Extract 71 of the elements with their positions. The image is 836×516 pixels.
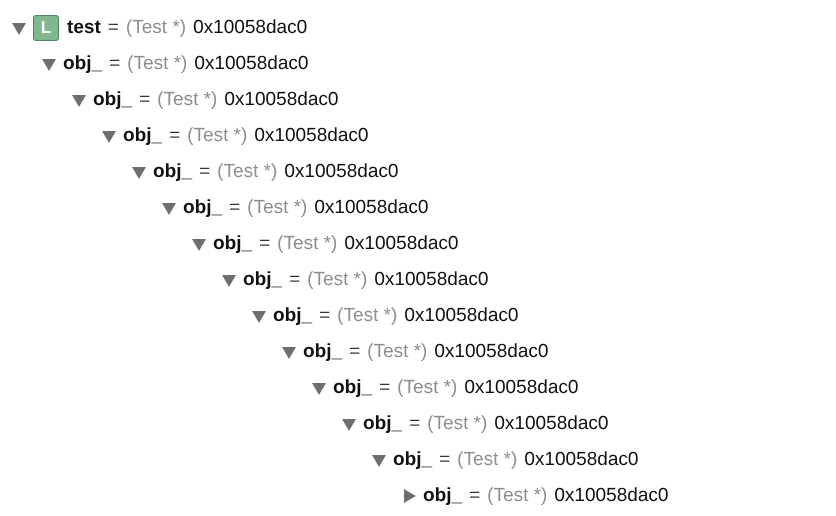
variable-value: 0x10058dac0 <box>554 484 668 508</box>
expanded-triangle-icon[interactable] <box>161 200 177 216</box>
variable-value: 0x10058dac0 <box>224 88 338 112</box>
collapsed-triangle-icon[interactable] <box>401 488 417 504</box>
variable-type: (Test *) <box>307 268 368 292</box>
equals-sign: = <box>439 448 450 472</box>
expanded-triangle-icon[interactable] <box>11 20 27 36</box>
equals-sign: = <box>379 376 390 400</box>
expanded-triangle-icon[interactable] <box>101 128 117 144</box>
variable-name: obj_ <box>333 376 372 400</box>
variable-value: 0x10058dac0 <box>524 448 638 472</box>
expanded-triangle-icon[interactable] <box>251 308 267 324</box>
equals-sign: = <box>109 52 120 76</box>
equals-sign: = <box>229 196 240 220</box>
variable-type: (Test *) <box>337 304 398 328</box>
variable-value: 0x10058dac0 <box>404 304 518 328</box>
equals-sign: = <box>349 340 360 364</box>
expanded-triangle-icon[interactable] <box>341 416 357 432</box>
variable-value: 0x10058dac0 <box>254 124 368 148</box>
variable-value: 0x10058dac0 <box>314 196 428 220</box>
equals-sign: = <box>108 16 119 40</box>
equals-sign: = <box>259 232 270 256</box>
variable-type: (Test *) <box>397 376 458 400</box>
equals-sign: = <box>469 484 480 508</box>
variable-name: obj_ <box>213 232 252 256</box>
variable-value: 0x10058dac0 <box>464 376 578 400</box>
variable-name: obj_ <box>153 160 192 184</box>
equals-sign: = <box>289 268 300 292</box>
variable-name: obj_ <box>273 304 312 328</box>
variable-value: 0x10058dac0 <box>193 16 308 40</box>
variable-value: 0x10058dac0 <box>434 340 548 364</box>
expanded-triangle-icon[interactable] <box>41 56 57 72</box>
variable-value: 0x10058dac0 <box>374 268 488 292</box>
variable-type: (Test *) <box>247 196 308 220</box>
equals-sign: = <box>139 88 150 112</box>
expanded-triangle-icon[interactable] <box>311 380 327 396</box>
equals-sign: = <box>409 412 420 436</box>
variable-value: 0x10058dac0 <box>284 160 398 184</box>
variable-name: obj_ <box>243 268 282 292</box>
variable-name: obj_ <box>123 124 162 148</box>
variable-type: (Test *) <box>277 232 338 256</box>
variable-name: obj_ <box>63 52 102 76</box>
variable-name: obj_ <box>393 448 432 472</box>
expanded-triangle-icon[interactable] <box>221 272 237 288</box>
expanded-triangle-icon[interactable] <box>191 236 207 252</box>
variable-type: (Test *) <box>457 448 518 472</box>
variable-name: test <box>67 16 101 40</box>
expanded-triangle-icon[interactable] <box>371 452 387 468</box>
variable-value: 0x10058dac0 <box>494 412 608 436</box>
variable-type: (Test *) <box>187 124 248 148</box>
variable-type: (Test *) <box>127 52 188 76</box>
variable-name: obj_ <box>93 88 132 112</box>
variable-type: (Test *) <box>126 16 186 40</box>
local-variable-badge: L <box>33 15 59 41</box>
expanded-triangle-icon[interactable] <box>281 344 297 360</box>
equals-sign: = <box>199 160 210 184</box>
equals-sign: = <box>319 304 330 328</box>
variable-name: obj_ <box>303 340 342 364</box>
expanded-triangle-icon[interactable] <box>71 92 87 108</box>
variable-name: obj_ <box>183 196 222 220</box>
equals-sign: = <box>169 124 180 148</box>
variable-name: obj_ <box>363 412 402 436</box>
variable-type: (Test *) <box>367 340 428 364</box>
variable-type: (Test *) <box>487 484 548 508</box>
variable-name: obj_ <box>423 484 462 508</box>
variable-value: 0x10058dac0 <box>194 52 308 76</box>
expanded-triangle-icon[interactable] <box>131 164 147 180</box>
variable-value: 0x10058dac0 <box>344 232 458 256</box>
variable-type: (Test *) <box>217 160 278 184</box>
variable-type: (Test *) <box>427 412 488 436</box>
variable-type: (Test *) <box>157 88 218 112</box>
